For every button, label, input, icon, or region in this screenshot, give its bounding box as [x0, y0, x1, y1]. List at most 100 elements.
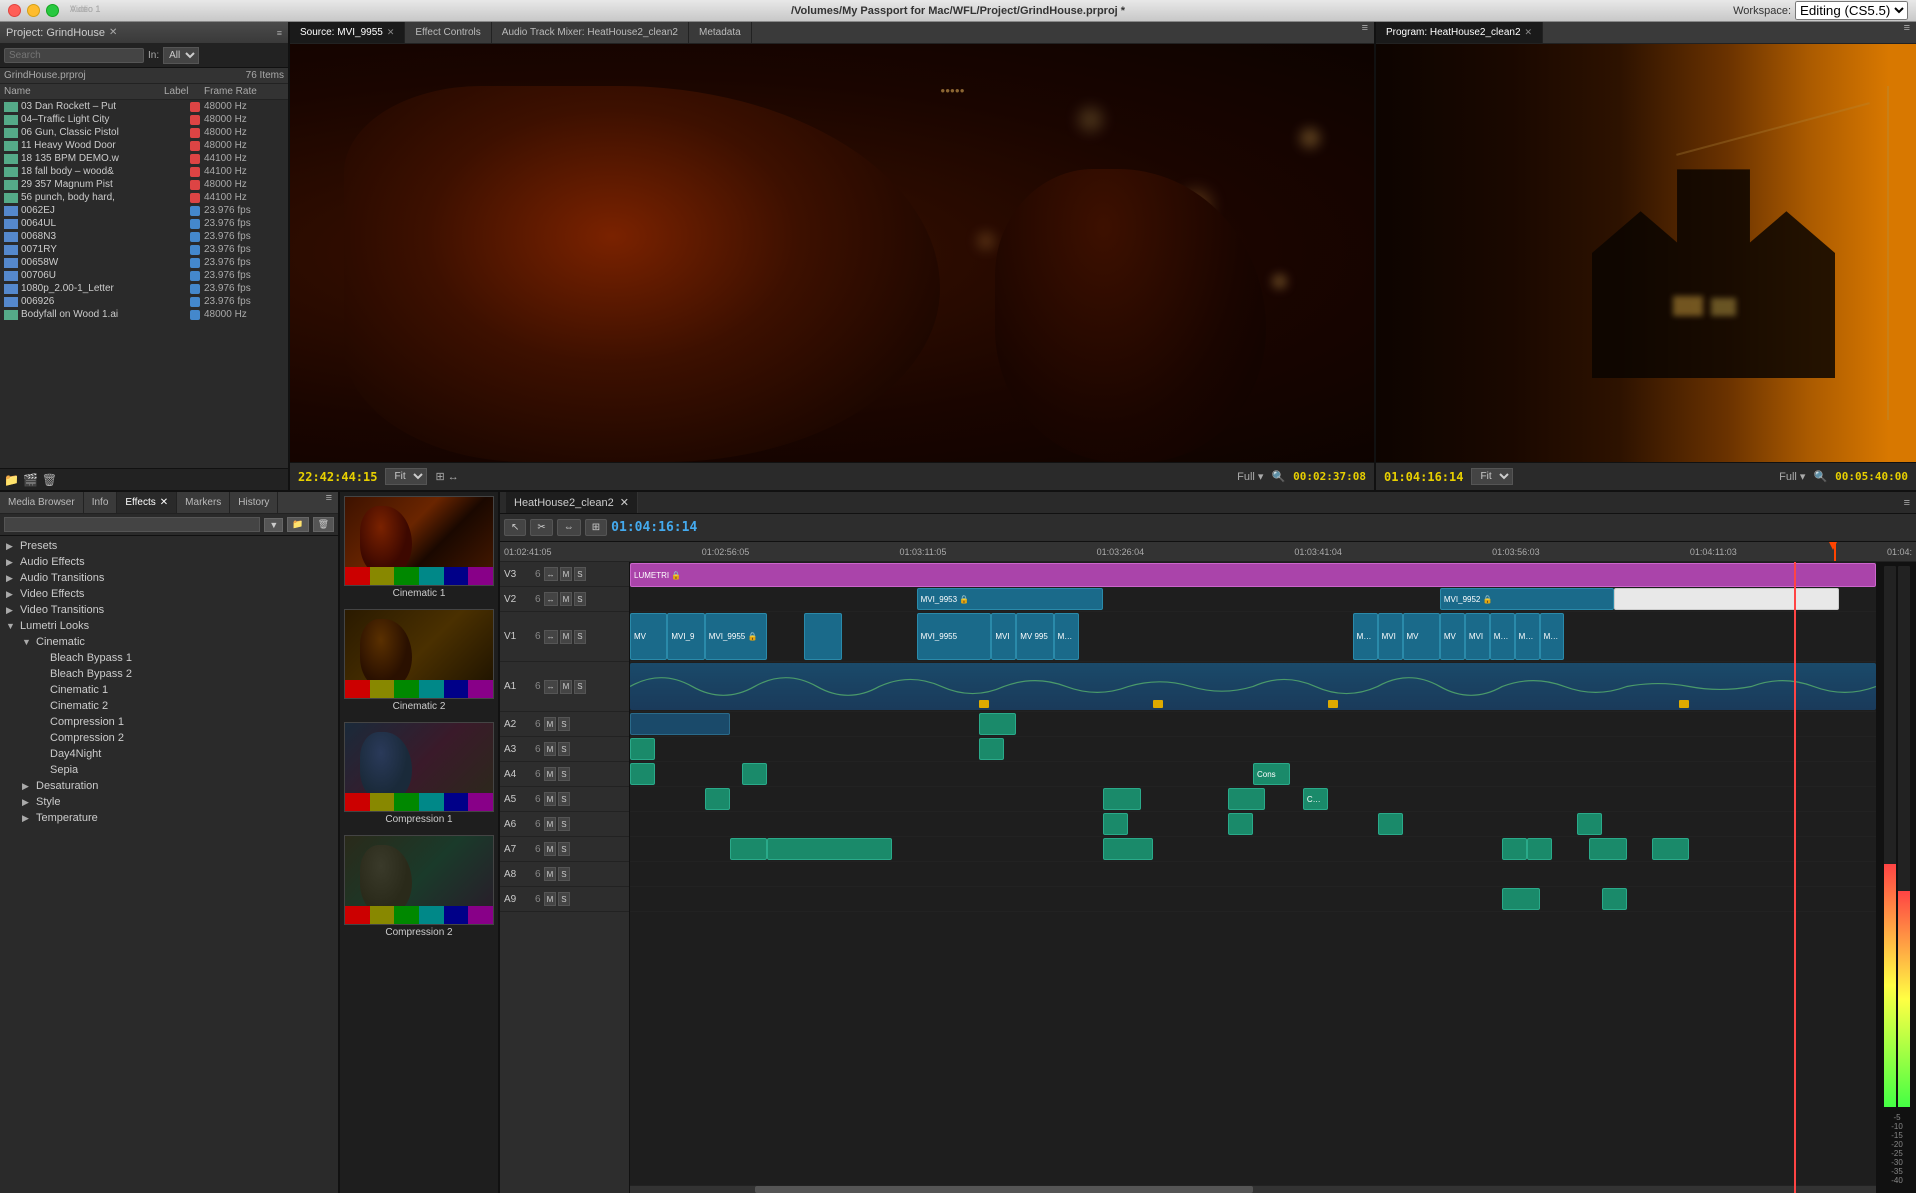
- source-tab-close[interactable]: ✕: [387, 27, 395, 38]
- in-selector[interactable]: All: [163, 47, 199, 64]
- clip-a4-2[interactable]: [742, 763, 767, 785]
- clip-v1-mvin[interactable]: MV: [1440, 613, 1465, 660]
- clip-v1-mvio[interactable]: MVI: [1465, 613, 1490, 660]
- track-a8-solo[interactable]: S: [558, 867, 569, 881]
- track-a4-mute[interactable]: M: [544, 767, 557, 781]
- clip-a4-1[interactable]: [630, 763, 655, 785]
- track-a1-mute[interactable]: M: [560, 680, 573, 694]
- track-a3-solo[interactable]: S: [558, 742, 569, 756]
- clip-a1-main[interactable]: [630, 663, 1876, 710]
- clip-a7-2[interactable]: [767, 838, 892, 860]
- clip-v1-mvi9[interactable]: MVI_9: [667, 613, 704, 660]
- timeline-tool-move[interactable]: ⇔: [557, 519, 581, 536]
- clip-v1-mvim[interactable]: MV: [1403, 613, 1440, 660]
- clip-v2-mvi9952[interactable]: MVI_9952 🔒: [1440, 588, 1614, 610]
- list-item[interactable]: 18 fall body – wood& 44100 Hz: [0, 165, 288, 178]
- program-panel-menu[interactable]: ≡: [1898, 22, 1916, 43]
- tab-media-browser[interactable]: Media Browser: [0, 492, 84, 513]
- list-item[interactable]: 00706U 23.976 fps: [0, 269, 288, 282]
- track-a2-solo[interactable]: S: [558, 717, 569, 731]
- clip-a9-2[interactable]: [1602, 888, 1627, 910]
- track-a6-mute[interactable]: M: [544, 817, 557, 831]
- list-item[interactable]: 0064UL 23.976 fps: [0, 217, 288, 230]
- clip-v1-small1[interactable]: [804, 613, 841, 660]
- project-delete-btn[interactable]: 🗑: [42, 473, 57, 487]
- clip-v1-mvi9955[interactable]: MVI_9955 🔒: [705, 613, 767, 660]
- list-item[interactable]: 56 punch, body hard, 44100 Hz: [0, 191, 288, 204]
- tree-item-temperature[interactable]: ▶ Temperature: [2, 810, 336, 826]
- track-a8-mute[interactable]: M: [544, 867, 557, 881]
- program-tab-close[interactable]: ✕: [1525, 27, 1533, 38]
- tree-item-style[interactable]: ▶ Style: [2, 794, 336, 810]
- source-panel-menu[interactable]: ≡: [1356, 22, 1374, 43]
- track-a9-solo[interactable]: S: [558, 892, 569, 906]
- track-v1-solo[interactable]: S: [574, 630, 585, 644]
- source-tab-source[interactable]: Source: MVI_9955 ✕: [290, 22, 405, 43]
- clip-a5-3[interactable]: [1228, 788, 1265, 810]
- tree-item-cinematic-1[interactable]: Cinematic 1: [2, 682, 336, 698]
- program-tab[interactable]: Program: HeatHouse2_clean2 ✕: [1376, 22, 1543, 43]
- list-item[interactable]: 29 357 Magnum Pist 48000 Hz: [0, 178, 288, 191]
- track-a3-mute[interactable]: M: [544, 742, 557, 756]
- clip-a7-3[interactable]: [1103, 838, 1153, 860]
- tree-item-day4night[interactable]: Day4Night: [2, 746, 336, 762]
- clip-a4-cons[interactable]: Cons: [1253, 763, 1290, 785]
- thumbnail-compression1[interactable]: Compression 1: [344, 722, 494, 827]
- tree-item-video-effects[interactable]: ▶ Video Effects: [2, 586, 336, 602]
- effects-tab-close[interactable]: ✕: [160, 497, 168, 508]
- clip-v2-white[interactable]: [1614, 588, 1838, 610]
- track-v2-sync[interactable]: ↔: [544, 592, 558, 606]
- clip-a5-2[interactable]: [1103, 788, 1140, 810]
- thumbnail-cinematic1[interactable]: Cinematic 1: [344, 496, 494, 601]
- tree-item-compression-2[interactable]: Compression 2: [2, 730, 336, 746]
- clip-a3-2[interactable]: [979, 738, 1004, 760]
- effects-folder-btn[interactable]: 📁: [287, 517, 308, 532]
- clip-v1-mvi9955b[interactable]: MVI_9955: [917, 613, 992, 660]
- list-item[interactable]: Bodyfall on Wood 1.ai 48000 Hz: [0, 308, 288, 321]
- clip-v2-mvi9953[interactable]: MVI_9953 🔒: [917, 588, 1104, 610]
- clip-v1-mvip[interactable]: MVI_99: [1490, 613, 1515, 660]
- track-v1-sync[interactable]: ↔: [544, 630, 558, 644]
- track-a5-mute[interactable]: M: [544, 792, 557, 806]
- program-fit-selector[interactable]: Fit: [1471, 468, 1513, 485]
- tree-item-audio-transitions[interactable]: ▶ Audio Transitions: [2, 570, 336, 586]
- tree-item-sepia[interactable]: Sepia: [2, 762, 336, 778]
- track-v3-solo[interactable]: S: [574, 567, 585, 581]
- clip-v1-mvi[interactable]: MVI: [991, 613, 1016, 660]
- clip-v1-mvi9s[interactable]: MVI_9: [1353, 613, 1378, 660]
- effects-new-preset-btn[interactable]: ▼: [264, 518, 283, 532]
- clip-a7-4[interactable]: [1502, 838, 1527, 860]
- list-item[interactable]: 0062EJ 23.976 fps: [0, 204, 288, 217]
- clip-v1-mv995[interactable]: MV 995: [1016, 613, 1053, 660]
- project-new-bin-btn[interactable]: 📁: [4, 473, 19, 487]
- thumbnail-compression2[interactable]: Compression 2: [344, 835, 494, 940]
- tree-item-bleach-bypass-2[interactable]: Bleach Bypass 2: [2, 666, 336, 682]
- sequence-tab[interactable]: HeatHouse2_clean2 ✕: [506, 492, 638, 513]
- timeline-tool-select[interactable]: ↖: [504, 519, 526, 536]
- clip-v1-mvir[interactable]: MVI_9: [1540, 613, 1565, 660]
- list-item[interactable]: 0071RY 23.976 fps: [0, 243, 288, 256]
- effects-delete-btn[interactable]: 🗑: [313, 517, 334, 532]
- track-a2-mute[interactable]: M: [544, 717, 557, 731]
- track-a5-solo[interactable]: S: [558, 792, 569, 806]
- close-button[interactable]: [8, 4, 21, 17]
- track-a1-sync[interactable]: ↔: [544, 680, 558, 694]
- timeline-tool-zoom[interactable]: ⊞: [585, 519, 607, 536]
- clip-a3-1[interactable]: [630, 738, 655, 760]
- clip-a7-5[interactable]: [1527, 838, 1552, 860]
- track-a6-solo[interactable]: S: [558, 817, 569, 831]
- clip-a6-2[interactable]: [1228, 813, 1253, 835]
- source-tab-audiomixer[interactable]: Audio Track Mixer: HeatHouse2_clean2: [492, 22, 689, 43]
- clip-a6-4[interactable]: [1577, 813, 1602, 835]
- tab-effects[interactable]: Effects ✕: [117, 492, 177, 513]
- list-item[interactable]: 18 135 BPM DEMO.w 44100 Hz: [0, 152, 288, 165]
- list-item[interactable]: 1080p_2.00-1_Letter 23.976 fps: [0, 282, 288, 295]
- clip-a7-6[interactable]: [1589, 838, 1626, 860]
- timeline-ruler[interactable]: 01:02:41:05 01:02:56:05 01:03:11:05 01:0…: [500, 542, 1916, 562]
- source-tab-effectcontrols[interactable]: Effect Controls: [405, 22, 491, 43]
- clip-a7-7[interactable]: [1652, 838, 1689, 860]
- clip-v1-mvi9953[interactable]: MVI_9953 🔒: [1054, 613, 1079, 660]
- tree-item-compression-1[interactable]: Compression 1: [2, 714, 336, 730]
- tree-item-video-transitions[interactable]: ▶ Video Transitions: [2, 602, 336, 618]
- tree-item-bleach-bypass-1[interactable]: Bleach Bypass 1: [2, 650, 336, 666]
